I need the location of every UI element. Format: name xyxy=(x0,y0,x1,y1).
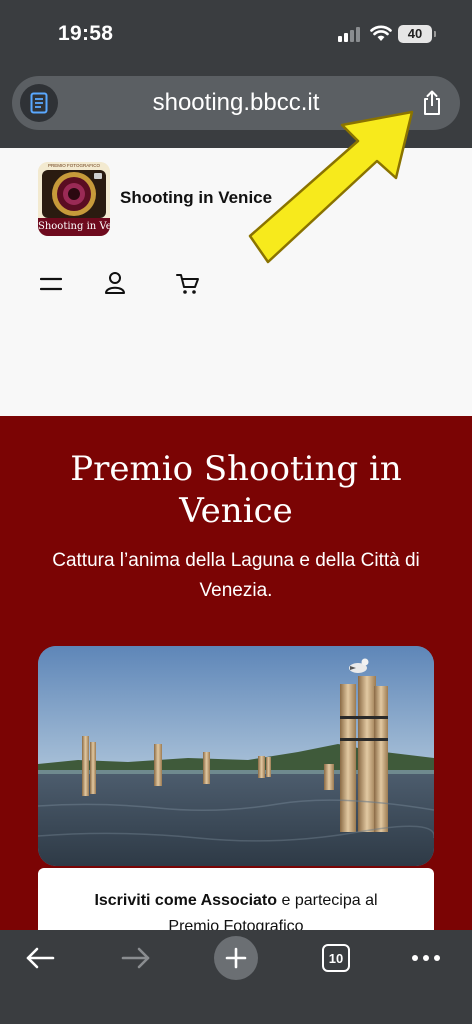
wifi-icon xyxy=(370,24,392,47)
card-bold-text[interactable]: Iscriviti come Associato xyxy=(94,892,277,909)
tab-count: 10 xyxy=(322,944,350,972)
battery-indicator: 40 xyxy=(398,25,436,43)
browser-toolbar: 10 xyxy=(0,930,472,1024)
cellular-signal-icon xyxy=(338,26,362,42)
more-button[interactable] xyxy=(406,934,446,982)
share-icon xyxy=(424,90,440,115)
forward-arrow-icon xyxy=(121,947,150,969)
cart-icon[interactable] xyxy=(176,273,200,300)
reader-mode-button[interactable] xyxy=(20,84,58,122)
logo-bottom-text: Shooting in Venice xyxy=(38,221,110,232)
logo-top-text: PREMIO FOTOGRAFICO xyxy=(48,163,100,168)
membership-card: Iscriviti come Associato e partecipa al … xyxy=(38,868,434,930)
plus-icon xyxy=(214,936,258,980)
reader-mode-icon xyxy=(30,92,48,114)
web-page: PREMIO FOTOGRAFICO Shooting in Venice Sh… xyxy=(0,148,472,930)
user-icon[interactable] xyxy=(104,271,126,300)
status-bar: 19:58 40 xyxy=(0,0,472,68)
hero-section: Premio Shooting in Venice Cattura l’anim… xyxy=(0,416,472,930)
forward-button[interactable] xyxy=(116,934,156,982)
card-text: e partecipa al xyxy=(277,892,378,909)
hamburger-menu-icon[interactable] xyxy=(39,274,63,294)
hero-title: Premio Shooting in Venice xyxy=(70,449,402,531)
card-text-2: Premio Fotografico xyxy=(168,918,304,930)
more-icon xyxy=(412,955,440,961)
hero-subtitle: Cattura l’anima della Laguna e della Cit… xyxy=(52,550,420,601)
site-logo[interactable]: PREMIO FOTOGRAFICO Shooting in Venice xyxy=(38,162,110,236)
annotation-arrow xyxy=(246,104,422,264)
status-time: 19:58 xyxy=(58,22,114,45)
back-arrow-icon xyxy=(26,947,55,969)
lagoon-photo xyxy=(38,646,434,866)
new-tab-button[interactable] xyxy=(214,934,258,982)
tab-switcher-button[interactable]: 10 xyxy=(318,934,354,982)
back-button[interactable] xyxy=(20,934,60,982)
